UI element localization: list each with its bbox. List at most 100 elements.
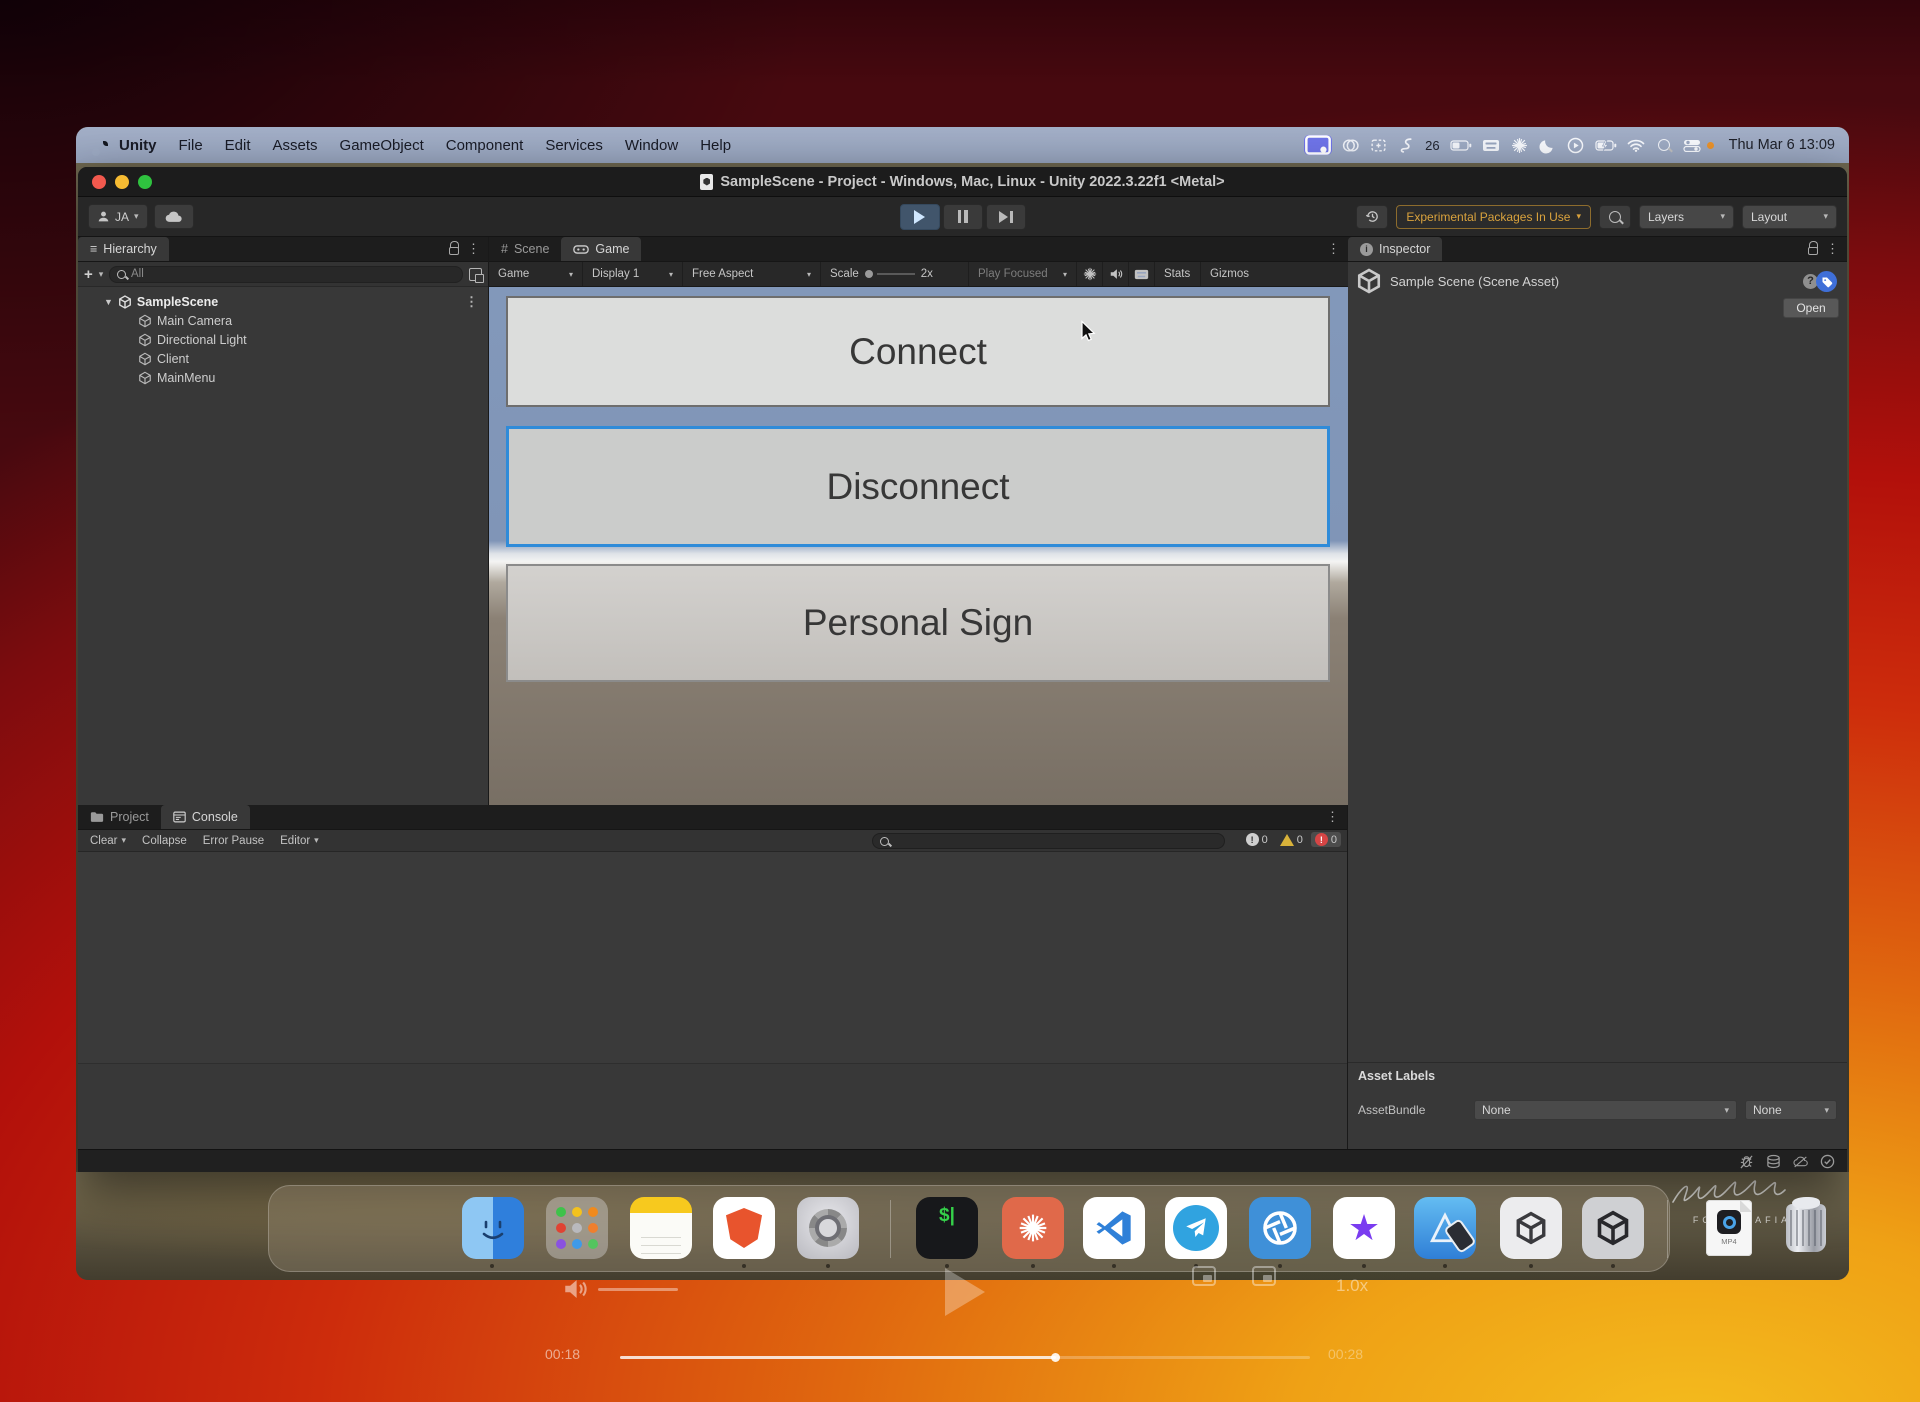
tree-item[interactable]: Main Camera: [78, 311, 488, 330]
disconnect-button[interactable]: Disconnect: [506, 426, 1330, 547]
play-button[interactable]: [900, 204, 940, 230]
slider-handle[interactable]: [865, 270, 873, 278]
finder-icon[interactable]: [462, 1197, 524, 1259]
personal-sign-button[interactable]: Personal Sign: [506, 564, 1330, 682]
fullscreen-icon[interactable]: [1252, 1266, 1276, 1286]
editor-dropdown[interactable]: Editor▾: [272, 830, 327, 851]
volume-slider[interactable]: [598, 1288, 678, 1291]
warning-count-toggle[interactable]: 0: [1276, 833, 1307, 847]
add-gameobject-button[interactable]: +: [84, 266, 93, 283]
console-search-input[interactable]: [894, 835, 1217, 847]
tree-item[interactable]: MainMenu: [78, 368, 488, 387]
kebab-menu-icon[interactable]: ⋮: [1826, 241, 1839, 257]
cloud-services-button[interactable]: [154, 204, 194, 229]
menu-help[interactable]: Help: [689, 137, 742, 154]
playback-speed[interactable]: 1.0x: [1336, 1276, 1368, 1296]
battery-icon[interactable]: [1449, 136, 1473, 155]
system-settings-icon[interactable]: [797, 1197, 859, 1259]
layers-dropdown[interactable]: Layers ▾: [1639, 205, 1734, 229]
trash-icon[interactable]: [1775, 1197, 1837, 1259]
aspect-dropdown[interactable]: Free Aspect▾: [683, 262, 821, 286]
debugger-disabled-icon[interactable]: [1739, 1154, 1754, 1169]
menu-services[interactable]: Services: [534, 137, 614, 154]
status-check-icon[interactable]: [1820, 1154, 1835, 1169]
focus-moon-icon[interactable]: [1538, 136, 1557, 155]
open-button[interactable]: Open: [1783, 298, 1839, 318]
console-search-field[interactable]: [872, 833, 1225, 849]
launchpad-icon[interactable]: [546, 1197, 608, 1259]
assetbundle-dropdown[interactable]: None▾: [1474, 1100, 1737, 1120]
account-button[interactable]: JA ▾: [88, 204, 148, 229]
unity-hub-icon[interactable]: [1500, 1197, 1562, 1259]
kebab-menu-icon[interactable]: ⋮: [465, 294, 488, 310]
screen-recording-icon[interactable]: [1304, 135, 1332, 155]
menu-file[interactable]: File: [168, 137, 214, 154]
tab-hierarchy[interactable]: ≡ Hierarchy: [78, 237, 169, 261]
slider-track[interactable]: [877, 273, 915, 275]
spotlight-icon[interactable]: [1655, 136, 1674, 155]
lock-icon[interactable]: [449, 247, 459, 255]
menu-component[interactable]: Component: [435, 137, 535, 154]
tree-item-scene[interactable]: ▼ SampleScene ⋮: [78, 292, 488, 311]
scale-slider[interactable]: Scale 2x: [821, 262, 969, 286]
stats-toggle[interactable]: Stats: [1155, 262, 1201, 286]
label-tag-button[interactable]: [1816, 271, 1837, 292]
connect-button[interactable]: Connect: [506, 296, 1330, 407]
minimize-window-button[interactable]: [115, 175, 129, 189]
squiggle-icon[interactable]: [1397, 136, 1416, 155]
assetbundle-variant-dropdown[interactable]: None▾: [1745, 1100, 1837, 1120]
mp4-file-icon[interactable]: MP4: [1698, 1197, 1760, 1259]
play-circle-icon[interactable]: [1566, 136, 1585, 155]
lock-icon[interactable]: [1808, 247, 1818, 255]
metal-hud-icon[interactable]: [1129, 262, 1155, 286]
window-titlebar[interactable]: SampleScene - Project - Windows, Mac, Li…: [78, 167, 1847, 197]
player-play-icon[interactable]: [945, 1268, 985, 1316]
player-volume-control[interactable]: [562, 1276, 678, 1302]
gizmos-dropdown[interactable]: Gizmos: [1201, 262, 1253, 286]
brave-icon[interactable]: [713, 1197, 775, 1259]
tab-inspector[interactable]: i Inspector: [1348, 237, 1442, 261]
hierarchy-search-field[interactable]: [109, 266, 463, 283]
dev-tools-app-icon[interactable]: [1414, 1197, 1476, 1259]
notes-icon[interactable]: [630, 1197, 692, 1259]
overlap-circles-icon[interactable]: [1341, 136, 1360, 155]
game-target-dropdown[interactable]: Game▾: [489, 262, 583, 286]
starburst-app-icon[interactable]: [1002, 1197, 1064, 1259]
shutter-app-icon[interactable]: [1249, 1197, 1311, 1259]
clear-button[interactable]: Clear▾: [82, 830, 134, 851]
control-center-icon[interactable]: [1683, 136, 1702, 155]
pip-icon[interactable]: [1192, 1266, 1216, 1286]
zoom-window-button[interactable]: [138, 175, 152, 189]
pause-button[interactable]: [943, 204, 983, 230]
progress-bar[interactable]: [620, 1356, 1310, 1359]
layout-dropdown[interactable]: Layout ▾: [1742, 205, 1837, 229]
chevron-down-icon[interactable]: ▾: [99, 269, 104, 280]
progress-handle[interactable]: [1051, 1353, 1060, 1362]
battery-charging-icon[interactable]: [1594, 136, 1618, 155]
menu-unity[interactable]: Unity: [108, 137, 168, 154]
terminal-icon[interactable]: $|: [916, 1197, 978, 1259]
collapse-toggle[interactable]: Collapse: [134, 830, 195, 851]
error-pause-toggle[interactable]: Error Pause: [195, 830, 272, 851]
menu-window[interactable]: Window: [614, 137, 689, 154]
unity-editor-icon[interactable]: [1582, 1197, 1644, 1259]
hierarchy-search-input[interactable]: [131, 268, 455, 280]
tree-item[interactable]: Client: [78, 349, 488, 368]
burst-icon[interactable]: [1510, 136, 1529, 155]
tab-project[interactable]: Project: [78, 805, 161, 829]
tree-item[interactable]: Directional Light: [78, 330, 488, 349]
screenshot-icon[interactable]: [1369, 136, 1388, 155]
tab-scene[interactable]: # Scene: [489, 237, 561, 261]
tab-game[interactable]: Game: [561, 237, 641, 261]
play-focused-dropdown[interactable]: Play Focused▾: [969, 262, 1077, 286]
cache-server-icon[interactable]: [1766, 1154, 1781, 1169]
menu-edit[interactable]: Edit: [214, 137, 262, 154]
mute-audio-icon[interactable]: [1103, 262, 1129, 286]
menu-gameobject[interactable]: GameObject: [329, 137, 435, 154]
close-window-button[interactable]: [92, 175, 106, 189]
experimental-packages-dropdown[interactable]: Experimental Packages In Use ▾: [1396, 205, 1591, 229]
keyboard-icon[interactable]: [1482, 136, 1501, 155]
vsync-icon[interactable]: [1077, 262, 1103, 286]
imovie-icon[interactable]: ★: [1333, 1197, 1395, 1259]
display-dropdown[interactable]: Display 1▾: [583, 262, 683, 286]
